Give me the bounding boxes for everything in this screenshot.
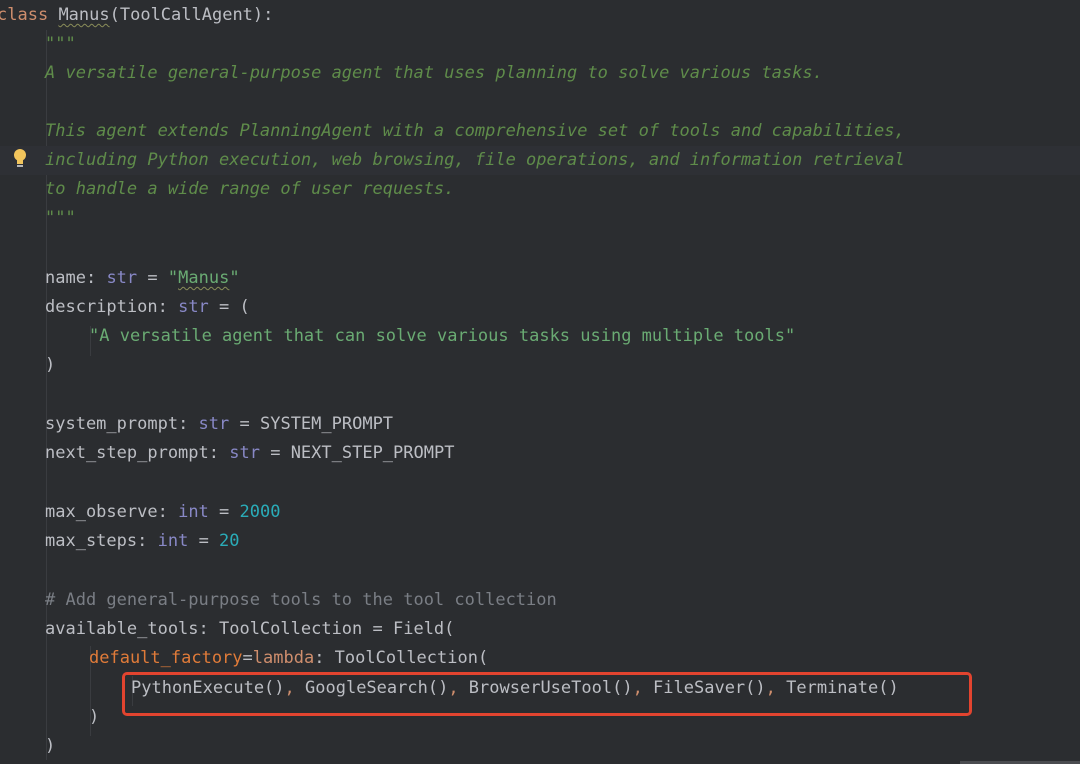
- comma: ,: [632, 678, 654, 698]
- docstring: A versatile general-purpose agent that u…: [45, 63, 823, 83]
- type-annotation: int: [178, 502, 209, 522]
- type-annotation: int: [157, 531, 189, 551]
- quote: ": [167, 268, 179, 288]
- code-line-5-current: including Python execution, web browsing…: [0, 146, 1080, 175]
- attr-name: name: [45, 268, 86, 288]
- attr-name: max_observe: [45, 502, 158, 522]
- code-line-2: """: [45, 30, 1080, 59]
- tool-google-search: GoogleSearch(): [305, 678, 449, 698]
- keyword: class: [0, 5, 49, 25]
- code-line-6: to handle a wide range of user requests.: [45, 175, 1080, 204]
- code-line-21: ): [45, 732, 1080, 761]
- code-line-17: available_tools: ToolCollection = Field(: [45, 615, 1080, 644]
- keyword: lambda: [252, 648, 315, 668]
- code-line-19: PythonExecute(), GoogleSearch(), Browser…: [131, 674, 1080, 703]
- code-line-8: name: str = "Manus": [45, 264, 1080, 293]
- colon: :: [137, 531, 158, 551]
- number: 20: [219, 531, 240, 551]
- number: 2000: [239, 502, 281, 522]
- type-annotation: str: [178, 297, 209, 317]
- colon: :: [178, 414, 199, 434]
- comment: # Add general-purpose tools to the tool …: [45, 590, 557, 610]
- lightbulb-icon[interactable]: [12, 148, 28, 170]
- operator: =: [137, 268, 168, 288]
- tool-browser-use: BrowserUseTool(): [468, 678, 633, 698]
- code-line-18: default_factory=lambda: ToolCollection(: [89, 644, 1080, 673]
- code-line-15: max_steps: int = 20: [45, 527, 1080, 556]
- attr-name: description: [45, 297, 158, 317]
- code-line-10: "A versatile agent that can solve variou…: [89, 322, 1080, 351]
- operator: =: [229, 414, 260, 434]
- attr-name: max_steps: [45, 531, 138, 551]
- tool-file-saver: FileSaver(): [653, 678, 766, 698]
- code-line-4: This agent extends PlanningAgent with a …: [45, 117, 1080, 146]
- code-line-16: # Add general-purpose tools to the tool …: [45, 586, 1080, 615]
- attr-name: next_step_prompt: [45, 443, 209, 463]
- tool-python-execute: PythonExecute(): [131, 678, 285, 698]
- code-line-1: class Manus(ToolCallAgent):: [0, 1, 1077, 30]
- operator: =: [208, 502, 240, 522]
- constant: SYSTEM_PROMPT: [259, 414, 394, 434]
- operator: = (: [208, 297, 250, 317]
- comma: ,: [284, 678, 306, 698]
- code-line-20: ): [89, 703, 1080, 732]
- docstring: including Python execution, web browsing…: [45, 150, 905, 170]
- code-line-11: ): [45, 351, 1080, 380]
- class-bases: (ToolCallAgent):: [109, 5, 274, 25]
- code-line-14: max_observe: int = 2000: [45, 498, 1080, 527]
- code-line-12: system_prompt: str = SYSTEM_PROMPT: [45, 410, 1080, 439]
- type-annotation: str: [106, 268, 138, 288]
- colon: :: [157, 502, 179, 522]
- comma: ,: [765, 678, 787, 698]
- string-value: Manus: [178, 268, 230, 288]
- constant: NEXT_STEP_PROMPT: [290, 443, 455, 463]
- comma: ,: [448, 678, 469, 698]
- colon: :: [157, 297, 179, 317]
- string-value: "A versatile agent that can solve variou…: [89, 326, 796, 346]
- class-name: Manus: [58, 5, 110, 25]
- paren: ): [89, 707, 100, 727]
- tool-terminate: Terminate(): [786, 678, 899, 698]
- docstring: """: [45, 34, 76, 54]
- attr-name: system_prompt: [45, 414, 179, 434]
- docstring: """: [45, 208, 76, 228]
- docstring: This agent extends PlanningAgent with a …: [45, 121, 905, 141]
- field-definition: available_tools: ToolCollection = Field(: [45, 619, 455, 639]
- code-line-9: description: str = (: [45, 293, 1080, 322]
- operator: =: [242, 648, 253, 668]
- operator: =: [259, 443, 291, 463]
- code-line-7: """: [45, 204, 1080, 233]
- docstring: to handle a wide range of user requests.: [45, 179, 455, 199]
- call: : ToolCollection(: [314, 648, 489, 668]
- keyword-argument: default_factory: [89, 648, 243, 668]
- type-annotation: str: [229, 443, 260, 463]
- colon: :: [208, 443, 230, 463]
- colon: :: [85, 268, 107, 288]
- code-editor[interactable]: class Manus(ToolCallAgent): """ A versat…: [0, 0, 1080, 764]
- type-annotation: str: [198, 414, 230, 434]
- code-line-3: A versatile general-purpose agent that u…: [45, 59, 1080, 88]
- operator: =: [188, 531, 220, 551]
- paren: ): [45, 355, 56, 375]
- paren: ): [45, 736, 56, 756]
- quote: ": [229, 268, 240, 288]
- code-line-13: next_step_prompt: str = NEXT_STEP_PROMPT: [45, 439, 1080, 468]
